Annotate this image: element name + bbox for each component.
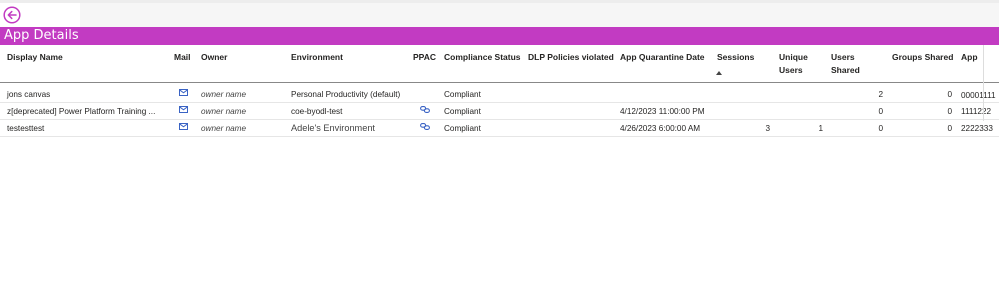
toolbar-shade	[80, 3, 999, 27]
cell-compliance: Compliant	[444, 90, 481, 99]
mail-icon[interactable]	[179, 89, 188, 96]
cell-quarantine-date: 4/26/2023 6:00:00 AM	[620, 124, 701, 133]
page-title: App Details	[4, 28, 79, 43]
col-compliance-status[interactable]: Compliance Status	[444, 52, 521, 63]
link-icon[interactable]	[420, 106, 430, 113]
link-icon[interactable]	[420, 123, 430, 130]
col-display-name[interactable]: Display Name	[7, 52, 63, 63]
col-sessions[interactable]: Sessions	[717, 52, 754, 63]
table-row[interactable]: testesttest owner name Adele's Environme…	[0, 120, 999, 137]
cell-owner: owner name	[201, 107, 247, 116]
cell-compliance: Compliant	[444, 124, 481, 133]
col-dlp-policies[interactable]: DLP Policies violated	[528, 52, 614, 63]
col-quarantine-date[interactable]: App Quarantine Date	[620, 52, 705, 63]
col-unique-users-line2: Users	[779, 65, 803, 75]
table-header: Display Name Mail Owner Environment PPAC…	[0, 45, 999, 83]
col-mail[interactable]: Mail	[174, 52, 191, 63]
cell-owner: owner name	[201, 124, 247, 133]
col-users-shared-line1: Users	[831, 52, 855, 62]
cell-compliance: Compliant	[444, 107, 481, 116]
cell-users-shared: 0	[878, 107, 883, 116]
col-environment[interactable]: Environment	[291, 52, 343, 63]
cell-users-shared: 2	[878, 90, 883, 99]
cell-owner: owner name	[201, 90, 247, 99]
cell-groups-shared: 0	[947, 107, 952, 116]
mail-icon[interactable]	[179, 123, 188, 130]
cell-environment: Adele's Environment	[291, 123, 375, 133]
col-app[interactable]: App	[961, 52, 978, 63]
col-ppac[interactable]: PPAC	[413, 52, 436, 63]
cell-app: 2222333	[961, 124, 993, 133]
cell-groups-shared: 0	[947, 124, 952, 133]
sort-ascending-icon[interactable]	[716, 71, 722, 75]
cell-display-name: z[deprecated] Power Platform Training ..…	[7, 107, 156, 116]
col-owner[interactable]: Owner	[201, 52, 227, 63]
cell-unique-users: 1	[818, 124, 823, 133]
back-arrow-icon[interactable]	[3, 6, 21, 24]
col-unique-users[interactable]: Unique Users	[779, 52, 808, 76]
cell-groups-shared: 0	[947, 90, 952, 99]
cell-sessions: 3	[765, 124, 770, 133]
cell-environment: Personal Productivity (default)	[291, 90, 401, 99]
cell-app: 00001111	[961, 91, 996, 100]
col-users-shared-line2: Shared	[831, 65, 860, 75]
cell-users-shared: 0	[878, 124, 883, 133]
table-row[interactable]: jons canvas owner name Personal Producti…	[0, 86, 999, 103]
top-toolbar	[0, 3, 999, 27]
col-unique-users-line1: Unique	[779, 52, 808, 62]
col-groups-shared[interactable]: Groups Shared	[892, 52, 953, 63]
column-divider	[983, 45, 984, 121]
cell-display-name: jons canvas	[7, 90, 51, 99]
title-bar: App Details	[0, 27, 999, 45]
cell-environment: coe-byodl-test	[291, 107, 343, 116]
cell-display-name: testesttest	[7, 124, 45, 133]
mail-icon[interactable]	[179, 106, 188, 113]
table-row[interactable]: z[deprecated] Power Platform Training ..…	[0, 103, 999, 120]
cell-app: 1111222	[961, 107, 992, 116]
col-users-shared[interactable]: Users Shared	[831, 52, 860, 76]
cell-quarantine-date: 4/12/2023 11:00:00 PM	[620, 107, 705, 116]
